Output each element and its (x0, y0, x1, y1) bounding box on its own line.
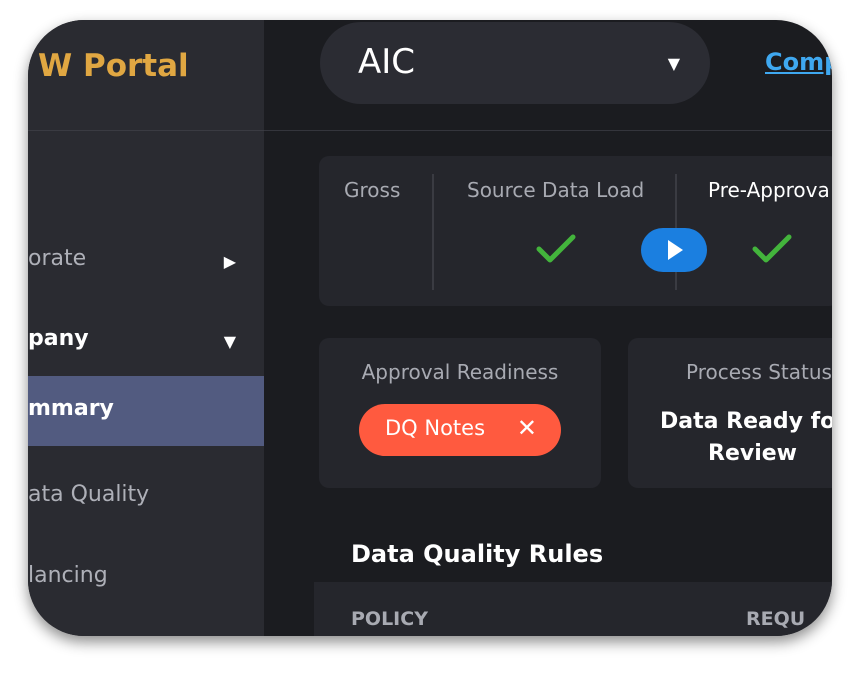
approval-readiness-card: Approval Readiness DQ Notes ✕ (319, 338, 601, 488)
sidebar-item-corporate[interactable]: orate ▶ (28, 246, 264, 280)
dq-notes-button[interactable]: DQ Notes ✕ (359, 404, 561, 456)
header-divider (264, 130, 832, 131)
process-steps-card: Gross Source Data Load Pre-Approva (319, 156, 832, 306)
sidebar-divider (28, 130, 264, 131)
check-icon (752, 234, 792, 263)
process-status-line2: Review (708, 441, 797, 466)
sidebar-item-label: pany (28, 326, 89, 351)
play-icon (668, 240, 683, 260)
check-icon (536, 234, 576, 263)
sidebar-item-label: ata Quality (28, 482, 150, 507)
play-button[interactable] (641, 228, 707, 272)
chevron-down-icon: ▼ (223, 332, 236, 351)
process-status-title: Process Status (686, 360, 832, 384)
column-header-required[interactable]: REQU (746, 608, 805, 630)
company-select[interactable]: AIC ▼ (320, 22, 710, 104)
sidebar-item-balancing[interactable]: lancing (28, 563, 264, 597)
sidebar-item-data-quality[interactable]: ata Quality (28, 482, 264, 516)
sidebar-item-label: mmary (28, 396, 114, 421)
dq-notes-label: DQ Notes (385, 416, 486, 440)
close-icon: ✕ (516, 414, 537, 442)
process-status-line1: Data Ready fo (660, 409, 832, 434)
chevron-right-icon: ▶ (223, 252, 236, 271)
caret-down-icon: ▼ (667, 54, 680, 73)
app-window: W Portal orate ▶ pany ▼ mmary ata Qualit… (28, 20, 832, 636)
header-link[interactable]: Comp (765, 48, 832, 76)
company-select-value: AIC (358, 42, 416, 82)
step-title-source-data-load: Source Data Load (467, 178, 645, 202)
approval-readiness-title: Approval Readiness (361, 360, 559, 384)
sidebar-item-summary[interactable]: mmary (28, 376, 264, 446)
section-title: Data Quality Rules (351, 540, 604, 568)
column-header-policy[interactable]: POLICY (351, 608, 428, 630)
process-status-value: Data Ready fo Review (660, 406, 832, 470)
sidebar-item-label: lancing (28, 563, 108, 588)
step-divider (432, 174, 434, 290)
table-header: POLICY REQU (314, 582, 832, 636)
process-status-card: Process Status Data Ready fo Review (628, 338, 832, 488)
step-title-pre-approval: Pre-Approva (708, 178, 830, 202)
sidebar: W Portal orate ▶ pany ▼ mmary ata Qualit… (28, 20, 264, 636)
sidebar-item-company[interactable]: pany ▼ (28, 326, 264, 360)
step-title-gross: Gross (344, 178, 401, 202)
brand-title: W Portal (38, 48, 189, 84)
sidebar-item-label: orate (28, 246, 87, 271)
